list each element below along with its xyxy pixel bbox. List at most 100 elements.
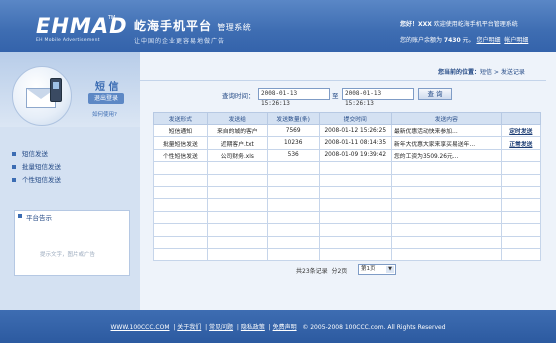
breadcrumb-path[interactable]: 短信 > 发送记录 xyxy=(480,69,525,76)
cell-action xyxy=(500,235,542,249)
cell-type xyxy=(153,173,208,187)
breadcrumb-prefix: 您当前的位置： xyxy=(438,69,481,76)
column-header: 发送内容 xyxy=(390,112,502,125)
cell-recipient xyxy=(206,185,268,200)
table-row xyxy=(153,161,542,175)
table-row xyxy=(153,173,542,187)
sidebar-item-personal-send[interactable]: 个性短信发送 xyxy=(8,174,132,187)
cell-recipient xyxy=(206,247,268,262)
cell-time: 2008-01-11 08:14:35 xyxy=(318,136,392,150)
help-link[interactable]: 如何使用? xyxy=(92,110,117,118)
footer-copyright: © 2005-2008 100CCC.com. All Rights Reser… xyxy=(302,324,446,331)
cell-time xyxy=(318,185,392,200)
cell-time xyxy=(318,235,392,249)
cell-type xyxy=(153,210,208,225)
query-start-date-input[interactable]: 2008-01-13 15:26:13 xyxy=(258,88,330,107)
sidebar-item-batch-send[interactable]: 批量短信发送 xyxy=(8,161,132,174)
cell-time: 2008-01-09 19:39:42 xyxy=(318,148,392,163)
column-header: 发送给 xyxy=(206,112,268,125)
column-header xyxy=(500,112,542,125)
sidebar-title: 短 信 xyxy=(95,82,119,93)
table-row xyxy=(153,223,542,237)
pager-info: 共23条记录 分2页 xyxy=(296,266,347,275)
cell-recipient xyxy=(206,161,268,175)
logout-link[interactable]: 您户明细 xyxy=(476,37,500,44)
cell-recipient xyxy=(206,235,268,249)
send-record-table: 发送形式 发送给 发送数量(条) 提交时间 发送内容 短信通知 来自的城的客户 … xyxy=(153,112,542,262)
cell-content xyxy=(390,210,502,225)
table-row xyxy=(153,198,542,212)
table-header-row: 发送形式 发送给 发送数量(条) 提交时间 发送内容 xyxy=(153,112,542,125)
cell-recipient xyxy=(206,198,268,212)
mobile-phone-icon xyxy=(50,78,62,102)
footer-disclaimer-link[interactable]: 免费声明 xyxy=(273,324,297,331)
square-bullet-icon xyxy=(12,152,16,156)
cell-action xyxy=(500,247,542,262)
sidebar-item-label: 批量短信发送 xyxy=(22,163,61,171)
row-action-link[interactable]: 定时发送 xyxy=(509,129,532,135)
cell-recipient xyxy=(206,210,268,225)
cell-count: 7569 xyxy=(266,123,320,138)
footer-privacy-link[interactable]: 隐私政策 xyxy=(241,324,265,331)
cell-recipient xyxy=(206,223,268,237)
sidebar-item-sms-send[interactable]: 短信发送 xyxy=(8,148,132,161)
cell-count xyxy=(266,161,320,175)
query-end-date-input[interactable]: 2008-01-13 15:26:13 xyxy=(342,88,414,107)
query-label: 查询时间： xyxy=(222,92,255,100)
cell-content: 最新优惠活动快来参加… xyxy=(390,123,502,138)
notice-title-label: 平台告示 xyxy=(26,214,52,222)
cell-time xyxy=(318,247,392,262)
cell-action xyxy=(500,148,542,163)
cell-type: 短信通知 xyxy=(153,123,208,138)
row-action-link[interactable]: 正常发送 xyxy=(509,142,532,148)
cell-content xyxy=(390,223,502,237)
welcome-user: 您好！XXX xyxy=(400,21,432,28)
column-header: 发送数量(条) xyxy=(266,112,320,125)
cell-content: 新年大优惠大家来享买易送年… xyxy=(390,136,502,150)
account-balance: 您的账户余额为 7430 元。 您户明细 帐户明细 xyxy=(400,35,528,44)
cell-time xyxy=(318,210,392,225)
cell-action: 正常发送 xyxy=(500,136,542,150)
cell-type: 个性短信发送 xyxy=(153,148,208,163)
pager-total: 共23条记录 xyxy=(296,268,328,275)
cell-action xyxy=(500,161,542,175)
query-button[interactable]: 查 询 xyxy=(418,88,452,100)
table-row xyxy=(153,247,542,262)
notice-title: 平台告示 xyxy=(16,212,52,222)
footer-faq-link[interactable]: 常见问题 xyxy=(209,324,233,331)
cell-content xyxy=(390,185,502,200)
column-header: 发送形式 xyxy=(153,112,208,125)
pager-pages: 分2页 xyxy=(331,268,348,275)
cell-content xyxy=(390,198,502,212)
cell-content: 您的工资为3509.26元… xyxy=(390,148,502,163)
cell-type xyxy=(153,161,208,175)
cell-time xyxy=(318,198,392,212)
breadcrumb: 您当前的位置：短信 > 发送记录 xyxy=(438,67,525,76)
cell-recipient: 来自的城的客户 xyxy=(206,123,268,138)
page-select[interactable]: 第1页 ▼ xyxy=(358,264,396,275)
cell-type xyxy=(153,198,208,212)
site-title-main: 屹海手机平台 xyxy=(134,19,213,33)
footer-links: WWW.100CCC.COM | 关于我们 | 常见问题 | 隐私政策 | 免费… xyxy=(110,324,446,331)
balance-unit: 元。 xyxy=(460,37,475,44)
page-select-value: 第1页 xyxy=(361,266,376,272)
account-detail-link[interactable]: 帐户明细 xyxy=(504,37,528,44)
cell-type xyxy=(153,185,208,200)
cell-count xyxy=(266,247,320,262)
welcome-message: 欢迎使用屹海手机平台管理系统 xyxy=(431,21,518,28)
cell-content xyxy=(390,235,502,249)
slogan: 让中国的企业更容易地做广告 xyxy=(134,38,226,45)
cell-content xyxy=(390,173,502,187)
cell-type xyxy=(153,247,208,262)
cell-time: 2008-01-12 15:26:25 xyxy=(318,123,392,138)
cell-count xyxy=(266,173,320,187)
cell-type xyxy=(153,223,208,237)
cell-count: 536 xyxy=(266,148,320,163)
footer-about-link[interactable]: 关于我们 xyxy=(177,324,201,331)
site-title: 屹海手机平台 管理系统 xyxy=(134,17,251,34)
logout-button[interactable]: 退出登录 xyxy=(88,93,124,104)
cell-time xyxy=(318,173,392,187)
footer-site-link[interactable]: WWW.100CCC.COM xyxy=(110,324,169,331)
notice-placeholder: 提示文字，图片或广告 xyxy=(40,252,96,258)
cell-time xyxy=(318,161,392,175)
